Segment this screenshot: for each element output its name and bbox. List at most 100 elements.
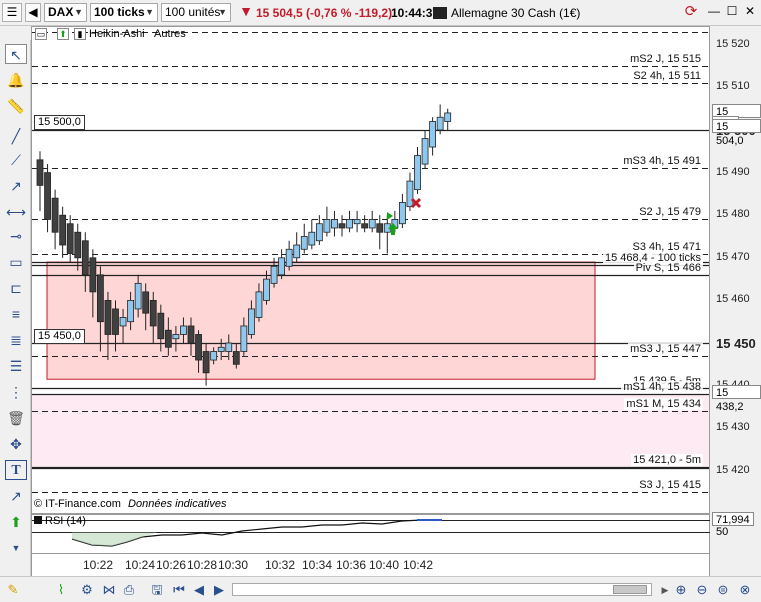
candle-body <box>270 265 278 284</box>
menu-icon[interactable]: ☰ <box>2 3 22 22</box>
level-label: Piv S, 15 466 <box>633 261 703 274</box>
back-icon[interactable]: ◀ <box>190 581 208 599</box>
cursor-icon[interactable]: ↖ <box>5 44 27 64</box>
horizontal-line-icon[interactable]: ⟷ <box>5 202 27 222</box>
period-select[interactable]: 100 ticks ▼ <box>90 3 158 22</box>
candle-body <box>331 219 338 229</box>
share-icon[interactable]: ⋈ <box>100 581 118 599</box>
level-label: mS1 M, 15 434 <box>624 398 703 411</box>
scrollbar-thumb[interactable] <box>613 585 647 594</box>
candle-body <box>172 334 180 340</box>
instrument-label: DAX <box>48 5 74 19</box>
close-icon[interactable]: ✕ <box>740 3 760 22</box>
candle-body <box>66 223 74 254</box>
zoom-fit-icon[interactable]: ⊜ <box>714 581 732 599</box>
chevron-down-icon: ▼ <box>74 7 83 17</box>
minimize-icon[interactable]: — <box>704 3 724 22</box>
move-icon[interactable]: ✥ <box>5 434 27 454</box>
zoom-reset-icon[interactable]: ⊗ <box>736 581 754 599</box>
print-icon[interactable]: ⎙ <box>120 581 138 599</box>
time-tick-label: 10:34 <box>301 558 333 572</box>
volume-label: 100 unités <box>165 5 221 19</box>
flag-marker <box>387 212 393 220</box>
candle-body <box>187 325 195 344</box>
candle-body <box>44 172 51 220</box>
trash-icon[interactable]: 🗑 <box>5 408 27 428</box>
prev-icon[interactable]: ◀ <box>25 3 41 22</box>
text-tool-icon[interactable]: T <box>5 460 27 480</box>
candle-body <box>308 231 316 246</box>
candle-body <box>81 240 89 276</box>
candle-body <box>376 223 384 233</box>
candle-body <box>421 138 429 165</box>
bell-icon[interactable]: 🔔 <box>5 70 27 90</box>
price-tick-label: 15 520 <box>716 37 750 50</box>
chart-type-label[interactable]: Heikin-Ashi <box>89 28 145 40</box>
segment-tool-icon[interactable]: ⟋ <box>5 150 27 170</box>
disclaimer-label: Données indicatives <box>128 498 227 510</box>
instrument-select[interactable]: DAX ▼ <box>44 3 87 22</box>
rsi-tick-50: 50 <box>716 526 729 538</box>
horizontal-scrollbar[interactable] <box>232 583 652 596</box>
zoom-out-icon[interactable]: ▭ <box>35 28 47 40</box>
indicator-chart-icon[interactable]: ⌇ <box>52 581 70 599</box>
refresh-icon[interactable]: ⟳ <box>681 3 701 22</box>
candle-body <box>436 116 444 131</box>
candle-body <box>368 219 376 229</box>
candle-body <box>293 244 301 259</box>
rsi-panel[interactable]: RSI (14) <box>31 514 711 554</box>
rectangle-tool-icon[interactable]: ▭ <box>5 252 27 272</box>
fib-time-icon[interactable]: ⋮ <box>5 382 27 402</box>
horizontal-ray-icon[interactable]: ⊸ <box>5 226 27 246</box>
zoom-in-icon[interactable]: ⊕ <box>672 581 690 599</box>
maximize-icon[interactable]: ☐ <box>722 3 742 22</box>
zoom-out-icon[interactable]: ⊖ <box>693 581 711 599</box>
buy-arrow-icon[interactable]: ⬆ <box>5 512 27 532</box>
level-label: mS3 J, 15 447 <box>628 342 703 355</box>
ruler-icon[interactable]: 📏 <box>5 96 27 116</box>
level-price-tag: 15 438,2 <box>712 385 761 413</box>
settings-icon[interactable]: ⚙ <box>78 581 96 599</box>
price-chart[interactable]: ▭ ⬆ ▮ Heikin-Ashi Autres 15 500,0 15 450… <box>31 26 710 514</box>
candle-body <box>164 329 172 348</box>
time-tick-label: 10:30 <box>217 558 249 572</box>
ray-tool-icon[interactable]: ↗ <box>5 176 27 196</box>
fib-fan-icon[interactable]: ≣ <box>5 330 27 350</box>
others-menu[interactable]: Autres <box>154 28 186 40</box>
time-tick-label: 10:28 <box>186 558 218 572</box>
support-zone <box>32 394 709 467</box>
candle-body <box>104 299 112 335</box>
buy-icon[interactable]: ⬆ <box>57 28 69 40</box>
volume-select[interactable]: 100 unités ▼ <box>161 3 231 22</box>
price-axis[interactable]: 15 52015 51015 50015 49015 48015 47015 4… <box>710 26 761 514</box>
candle-body <box>263 278 270 301</box>
fib-extension-icon[interactable]: ☰ <box>5 356 27 376</box>
level-label: S2 4h, 15 511 <box>631 70 703 83</box>
candle-body <box>444 112 452 122</box>
level-label: mS3 4h, 15 491 <box>621 155 703 168</box>
period-label: 100 ticks <box>94 5 145 19</box>
candle-body <box>285 248 293 267</box>
candle-body <box>255 291 263 318</box>
candle-body <box>195 334 202 361</box>
candle-body <box>59 214 67 246</box>
stop-icon[interactable] <box>433 7 447 19</box>
time-axis[interactable]: 10:22 10:24 10:26 10:28 10:30 10:32 10:34 10:36… <box>31 554 710 576</box>
arrow-tool-icon[interactable]: ↗ <box>5 486 27 506</box>
down-arrow-icon: ▼ <box>239 3 253 19</box>
channel-tool-icon[interactable]: ⊏ <box>5 278 27 298</box>
pencil-icon[interactable]: ✎ <box>4 581 22 599</box>
save-icon[interactable]: 🖫 <box>148 581 166 599</box>
fibonacci-icon[interactable]: ≡ <box>5 304 27 324</box>
candle-body <box>247 308 255 335</box>
candle-type-icon[interactable]: ▮ <box>74 28 86 40</box>
expand-toolbar-icon[interactable]: ▼ <box>5 538 27 558</box>
source-label: © IT-Finance.com <box>34 498 121 510</box>
level-label: S2 J, 15 479 <box>637 206 703 219</box>
scroll-left-icon[interactable] <box>214 581 228 599</box>
candle-body <box>210 351 218 361</box>
line-tool-icon[interactable]: ╱ <box>5 126 27 146</box>
first-icon[interactable]: ⏮ <box>170 581 188 599</box>
candle-body <box>323 219 331 233</box>
candle-body <box>97 274 104 323</box>
